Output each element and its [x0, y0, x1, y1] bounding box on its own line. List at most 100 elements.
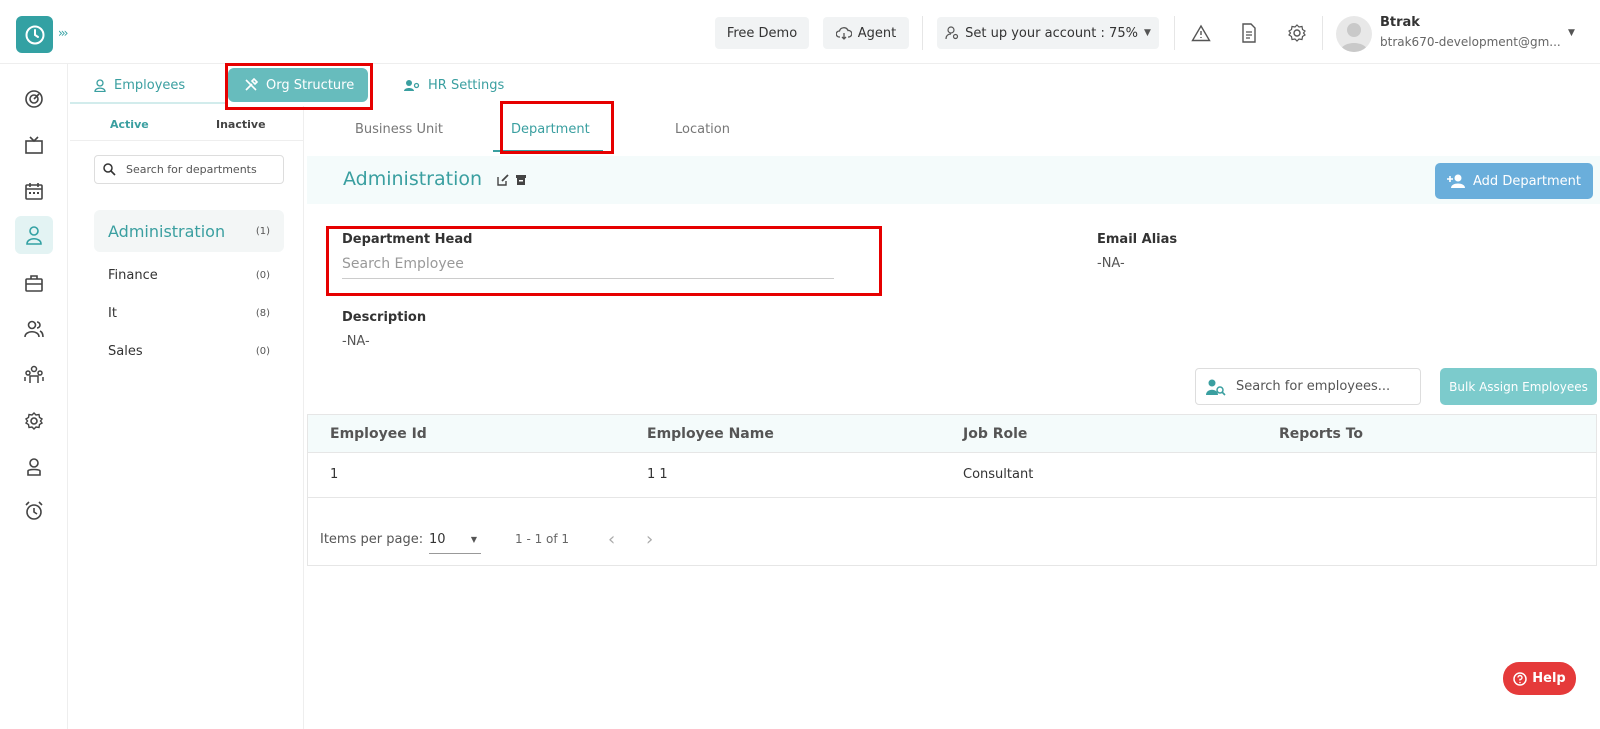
department-name: Administration — [108, 221, 226, 241]
user-search-icon — [1206, 379, 1226, 396]
chevron-down-icon[interactable]: ▼ — [1568, 28, 1575, 38]
document-icon[interactable] — [1238, 22, 1260, 44]
description-label: Description — [342, 310, 427, 325]
nav-team-icon[interactable] — [15, 356, 53, 394]
job-role-cell: Consultant — [963, 467, 1034, 482]
chevron-down-icon: ▼ — [470, 535, 477, 544]
tab-employees-label: Employees — [114, 77, 186, 93]
nav-calendar-icon[interactable] — [15, 172, 53, 210]
nav-employee-icon[interactable] — [15, 216, 53, 254]
users-settings-icon — [404, 79, 420, 91]
add-department-button[interactable]: Add Department — [1435, 163, 1593, 199]
department-count: (0) — [255, 345, 270, 357]
avatar[interactable] — [1336, 16, 1372, 52]
column-header[interactable]: Employee Id — [330, 426, 427, 442]
free-demo-label: Free Demo — [726, 25, 798, 41]
warning-icon[interactable] — [1190, 22, 1212, 44]
setup-account-button[interactable]: Set up your account : 75% ▼ — [937, 17, 1159, 49]
items-per-page-select[interactable]: 10 ▼ — [429, 532, 481, 554]
nav-dashboard-icon[interactable] — [15, 80, 53, 118]
nav-alarm-icon[interactable] — [15, 492, 53, 530]
highlight-box — [225, 63, 373, 110]
user-email[interactable]: btrak670-development@gm... — [1380, 35, 1561, 49]
setup-account-label: Set up your account : 75% — [965, 25, 1138, 41]
department-item-finance[interactable]: Finance (0) — [94, 254, 284, 296]
add-department-label: Add Department — [1473, 173, 1581, 189]
help-button[interactable]: Help — [1503, 662, 1576, 695]
help-label: Help — [1532, 671, 1566, 686]
nav-settings-icon[interactable] — [15, 402, 53, 440]
expand-sidebar-icon[interactable]: ››› — [58, 26, 69, 40]
column-header[interactable]: Reports To — [1279, 426, 1363, 442]
department-item-it[interactable]: It (8) — [94, 292, 284, 334]
user-icon — [94, 78, 106, 92]
previous-page-icon[interactable]: ‹ — [608, 529, 615, 550]
top-bar: ››› Free Demo Agent Set up your account … — [0, 0, 1600, 64]
table-header: Employee Id Employee Name Job Role Repor… — [308, 415, 1596, 453]
department-count: (8) — [255, 307, 270, 319]
tab-hr-settings-label: HR Settings — [428, 77, 505, 93]
chevron-down-icon: ▼ — [1143, 28, 1151, 38]
clock-logo-icon — [25, 25, 44, 44]
department-name: Sales — [108, 343, 143, 359]
department-name: It — [108, 305, 117, 321]
items-per-page-label: Items per page: — [320, 532, 424, 547]
items-per-page-value: 10 — [429, 532, 446, 547]
department-search-input[interactable]: Search for departments — [94, 155, 284, 184]
edit-icon[interactable] — [497, 174, 509, 186]
description-value: -NA- — [342, 334, 370, 349]
nav-profile-icon[interactable] — [15, 448, 53, 486]
next-page-icon[interactable]: › — [646, 529, 653, 550]
tab-location[interactable]: Location — [675, 122, 730, 137]
archive-icon[interactable] — [515, 174, 527, 186]
search-icon — [103, 163, 116, 176]
side-nav — [0, 64, 68, 729]
nav-briefcase-icon[interactable] — [15, 264, 53, 302]
title-actions — [497, 174, 527, 186]
divider — [1174, 16, 1175, 50]
gear-icon[interactable] — [1286, 22, 1308, 44]
employee-search-placeholder: Search for employees... — [1236, 379, 1391, 394]
agent-button[interactable]: Agent — [823, 17, 909, 49]
add-user-icon — [1447, 174, 1466, 188]
department-search-placeholder: Search for departments — [126, 163, 257, 176]
divider — [308, 497, 1596, 498]
free-demo-button[interactable]: Free Demo — [715, 17, 809, 49]
department-item-administration[interactable]: Administration (1) — [94, 210, 284, 252]
department-title-bar: Administration Add Department — [307, 156, 1600, 204]
agent-label: Agent — [857, 25, 897, 41]
tab-active[interactable]: Active — [110, 118, 149, 131]
bulk-assign-employees-button[interactable]: Bulk Assign Employees — [1440, 368, 1597, 405]
help-icon — [1513, 671, 1528, 686]
employee-id-cell: 1 — [330, 467, 339, 482]
divider — [922, 16, 923, 50]
cloud-download-icon — [835, 27, 852, 40]
page-title: Administration — [343, 168, 483, 190]
user-name[interactable]: Btrak — [1380, 15, 1420, 30]
employee-name-cell: 1 1 — [647, 467, 668, 482]
user-settings-icon — [945, 26, 959, 40]
nav-tv-icon[interactable] — [15, 126, 53, 164]
highlight-box — [326, 226, 882, 296]
tab-business-unit[interactable]: Business Unit — [355, 122, 443, 137]
highlight-box — [500, 101, 614, 154]
nav-users-icon[interactable] — [15, 310, 53, 348]
divider — [70, 140, 303, 141]
pagination-range: 1 - 1 of 1 — [515, 532, 570, 546]
column-header[interactable]: Employee Name — [647, 426, 774, 442]
employee-search-input[interactable]: Search for employees... — [1195, 368, 1421, 405]
divider — [1322, 16, 1323, 50]
department-name: Finance — [108, 267, 158, 283]
tab-hr-settings[interactable]: HR Settings — [388, 68, 530, 102]
email-alias-value: -NA- — [1097, 256, 1125, 271]
employee-table: Employee Id Employee Name Job Role Repor… — [307, 414, 1597, 566]
department-count: (1) — [255, 225, 270, 237]
department-count: (0) — [255, 269, 270, 281]
email-alias-label: Email Alias — [1097, 232, 1178, 247]
tab-employees[interactable]: Employees — [94, 68, 185, 102]
tab-underline — [70, 102, 228, 104]
department-item-sales[interactable]: Sales (0) — [94, 330, 284, 372]
app-logo[interactable] — [16, 16, 53, 53]
column-header[interactable]: Job Role — [963, 426, 1027, 442]
tab-inactive[interactable]: Inactive — [216, 118, 266, 131]
